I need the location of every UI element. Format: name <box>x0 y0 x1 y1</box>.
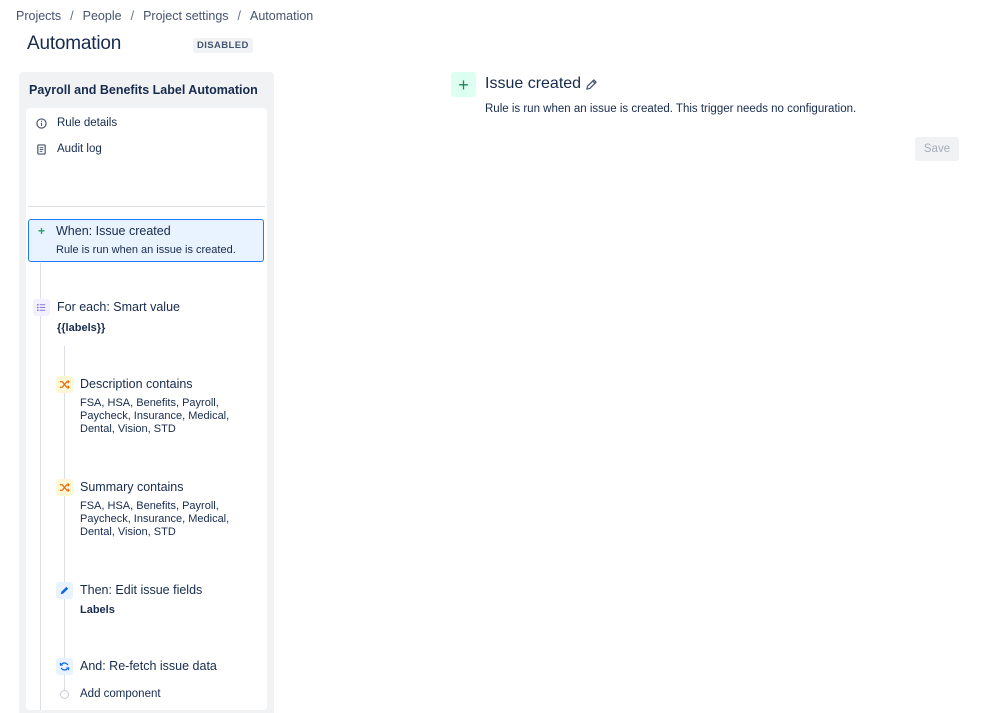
condition-line: FSA, HSA, Benefits, Payroll, <box>80 397 219 409</box>
info-icon <box>36 117 47 129</box>
breadcrumb-separator: / <box>130 9 135 23</box>
edit-icon[interactable] <box>584 77 599 92</box>
add-component-dot <box>60 690 69 699</box>
condition-title[interactable]: Description contains <box>80 377 193 391</box>
detail-title: Issue created <box>485 75 582 92</box>
document-icon <box>36 143 47 155</box>
rule-panel: Payroll and Benefits Label Automation Ru… <box>19 72 274 713</box>
page-title: Automation <box>27 33 122 54</box>
add-component-button[interactable]: Add component <box>80 688 161 700</box>
action-field: Labels <box>80 604 115 616</box>
trigger-component[interactable]: + When: Issue created Rule is run when a… <box>28 219 264 262</box>
pencil-icon <box>56 582 73 599</box>
breadcrumb-automation[interactable]: Automation <box>250 9 313 23</box>
breadcrumb-projects[interactable]: Projects <box>16 9 61 23</box>
condition-line: Dental, Vision, STD <box>80 526 176 538</box>
refetch-title[interactable]: And: Re-fetch issue data <box>80 659 217 673</box>
rule-details-label: Rule details <box>57 117 118 129</box>
condition-value: FSA, HSA, Benefits, Payroll, Paycheck, I… <box>80 397 229 436</box>
divider <box>28 206 265 207</box>
condition-title[interactable]: Summary contains <box>80 480 184 494</box>
shuffle-icon <box>56 479 73 496</box>
breadcrumb-project-settings[interactable]: Project settings <box>143 9 228 23</box>
status-badge: DISABLED <box>193 38 253 53</box>
flow-connector <box>40 263 41 710</box>
breadcrumb-people[interactable]: People <box>83 9 122 23</box>
trigger-title: When: Issue created <box>56 224 171 238</box>
breadcrumb-separator: / <box>237 9 242 23</box>
condition-line: Dental, Vision, STD <box>80 423 176 435</box>
rule-details-link[interactable]: Rule details <box>36 117 117 129</box>
branch-connector <box>64 346 65 696</box>
condition-line: Paycheck, Insurance, Medical, <box>80 410 230 422</box>
condition-line: FSA, HSA, Benefits, Payroll, <box>80 500 219 512</box>
rule-name: Payroll and Benefits Label Automation <box>29 83 258 97</box>
action-title[interactable]: Then: Edit issue fields <box>80 583 202 597</box>
audit-log-link[interactable]: Audit log <box>36 143 102 155</box>
plus-icon: + <box>37 224 45 238</box>
detail-description: Rule is run when an issue is created. Th… <box>485 103 857 115</box>
breadcrumb-separator: / <box>70 9 74 23</box>
refresh-icon <box>56 658 73 675</box>
condition-value: FSA, HSA, Benefits, Payroll, Paycheck, I… <box>80 500 229 539</box>
branch-title[interactable]: For each: Smart value <box>57 300 180 314</box>
plus-icon: + <box>451 72 476 97</box>
audit-log-label: Audit log <box>57 143 102 155</box>
trigger-description: Rule is run when an issue is created. <box>56 244 236 256</box>
branch-value: {{labels}} <box>57 322 106 334</box>
save-button[interactable]: Save <box>915 137 959 161</box>
breadcrumb: Projects / People / Project settings / A… <box>16 9 313 23</box>
condition-line: Paycheck, Insurance, Medical, <box>80 513 230 525</box>
rule-component-list: Rule details Audit log + When: Issue cre… <box>26 108 267 710</box>
shuffle-icon <box>56 376 73 393</box>
list-icon <box>33 299 50 316</box>
